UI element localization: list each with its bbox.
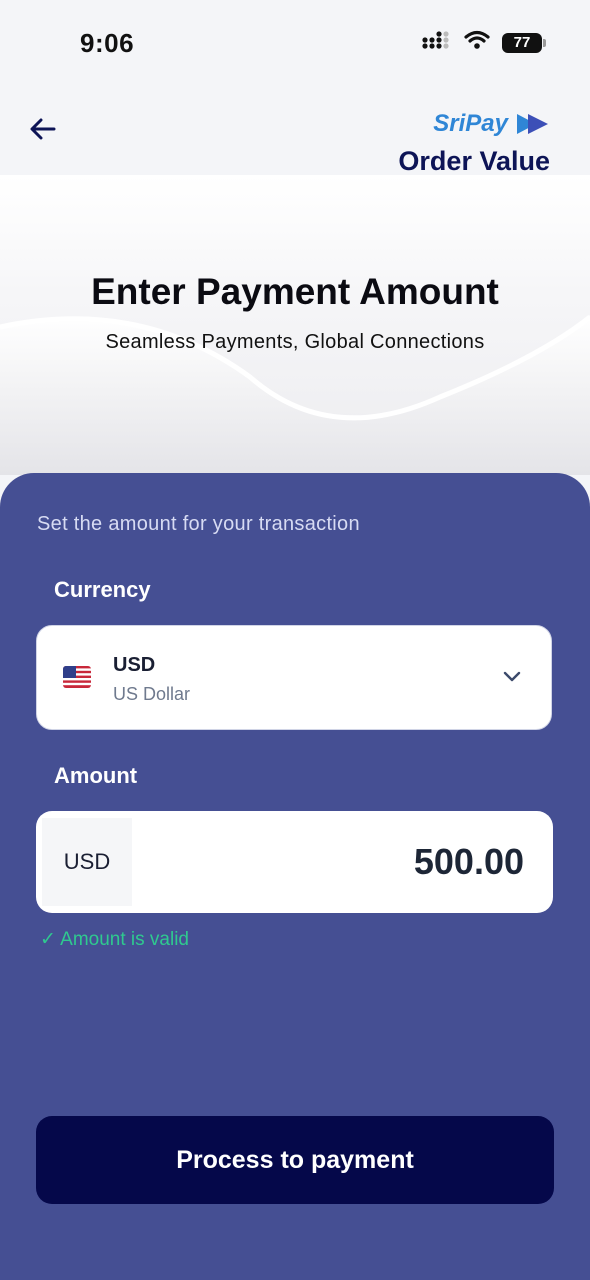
currency-label: Currency bbox=[54, 577, 151, 602]
currency-select[interactable]: USD US Dollar bbox=[36, 625, 552, 730]
currency-code: USD bbox=[113, 654, 156, 676]
play-arrow-logo-icon bbox=[517, 114, 548, 134]
validation-message: ✓ Amount is valid bbox=[40, 929, 189, 950]
process-payment-button[interactable]: Process to payment bbox=[36, 1116, 554, 1204]
header: SriPay Order Value bbox=[0, 90, 590, 176]
battery-icon: 77 bbox=[502, 32, 546, 53]
status-bar: 9:06 77 bbox=[0, 0, 590, 90]
status-icons: 77 bbox=[422, 30, 546, 55]
arrow-left-icon bbox=[30, 118, 56, 140]
payment-form-panel: Set the amount for your transaction Curr… bbox=[0, 473, 590, 1280]
form-instruction: Set the amount for your transaction bbox=[37, 513, 360, 535]
wifi-icon bbox=[464, 30, 490, 55]
chevron-down-icon bbox=[503, 670, 521, 688]
currency-name: US Dollar bbox=[113, 684, 191, 704]
hero-banner: Enter Payment Amount Seamless Payments, … bbox=[0, 175, 590, 475]
signal-icon bbox=[422, 30, 452, 55]
amount-label: Amount bbox=[54, 763, 138, 788]
wave-decoration bbox=[0, 315, 590, 475]
page-title: Order Value bbox=[398, 146, 550, 176]
back-button[interactable] bbox=[26, 112, 60, 146]
brand-logo: SriPay bbox=[433, 110, 550, 138]
amount-input[interactable] bbox=[146, 811, 524, 913]
hero-subtitle: Seamless Payments, Global Connections bbox=[105, 331, 485, 353]
amount-currency-prefix: USD bbox=[42, 818, 132, 906]
brand-name: SriPay bbox=[433, 110, 508, 137]
status-time: 9:06 bbox=[80, 28, 135, 58]
amount-field: USD bbox=[36, 811, 553, 913]
us-flag-icon bbox=[63, 666, 91, 688]
hero-title: Enter Payment Amount bbox=[91, 271, 499, 312]
